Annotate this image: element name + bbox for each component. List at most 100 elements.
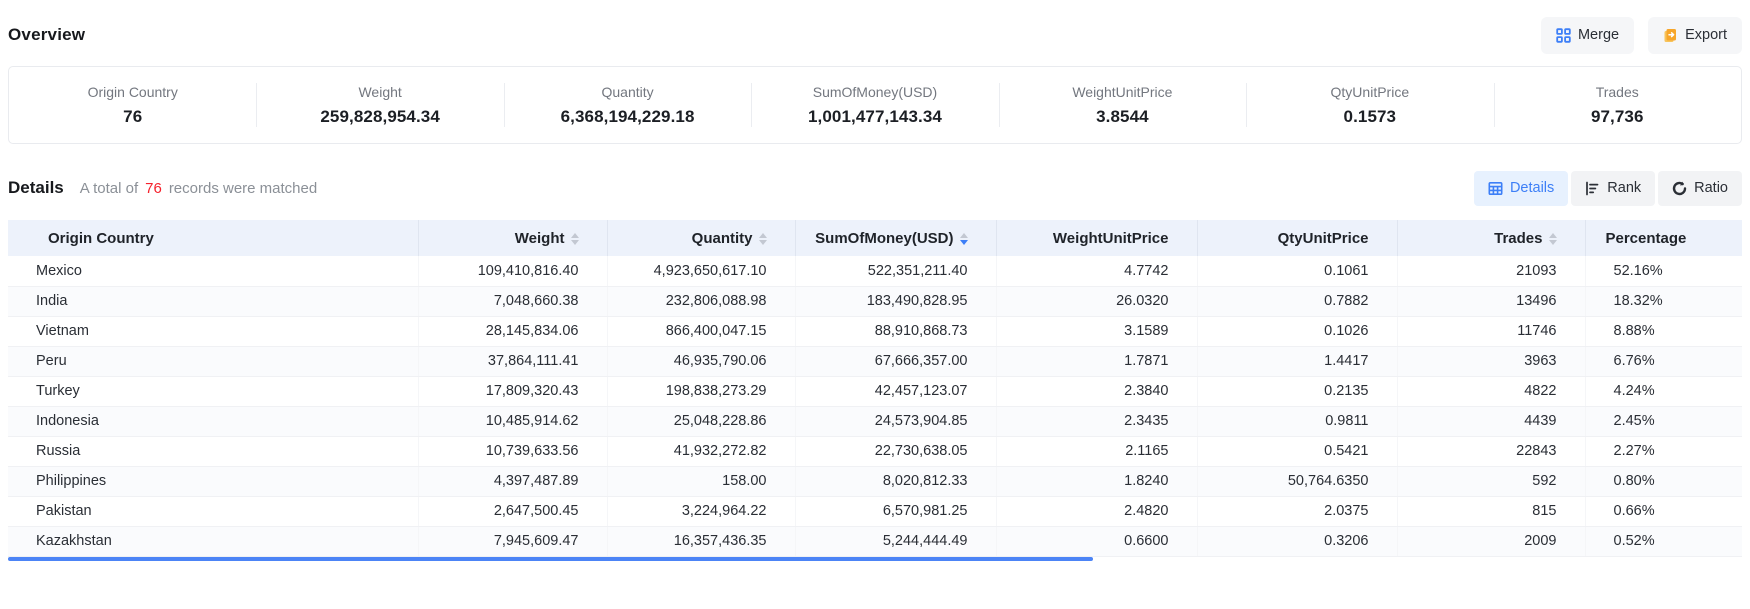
cell-percentage: 2.27% bbox=[1585, 436, 1742, 466]
horizontal-scrollbar-thumb[interactable] bbox=[8, 557, 1093, 561]
details-title: Details bbox=[8, 178, 64, 198]
sort-desc-caret-icon bbox=[960, 240, 968, 245]
cell-weight: 7,048,660.38 bbox=[418, 286, 607, 316]
column-header-weightunitprice: WeightUnitPrice bbox=[996, 220, 1197, 256]
topbar-actions: Merge Export bbox=[1541, 17, 1742, 54]
table-row-indonesia: Indonesia10,485,914.6225,048,228.8624,57… bbox=[8, 406, 1742, 436]
table-icon bbox=[1488, 181, 1503, 196]
cell-origin-country: India bbox=[8, 286, 418, 316]
sort-desc-caret-icon bbox=[571, 240, 579, 245]
cell-sumofmoney-usd: 522,351,211.40 bbox=[795, 256, 996, 286]
cell-weight: 28,145,834.06 bbox=[418, 316, 607, 346]
ratio-icon bbox=[1672, 181, 1687, 196]
column-label: Percentage bbox=[1606, 230, 1687, 247]
sort-carets-icon bbox=[1549, 233, 1557, 245]
table-row-mexico: Mexico109,410,816.404,923,650,617.10522,… bbox=[8, 256, 1742, 286]
cell-trades: 4439 bbox=[1397, 406, 1585, 436]
sort-carets-icon bbox=[759, 233, 767, 245]
sort-asc-caret-icon bbox=[960, 233, 968, 238]
cell-weightunitprice: 2.3435 bbox=[996, 406, 1197, 436]
cell-qtyunitprice: 1.4417 bbox=[1197, 346, 1397, 376]
cell-trades: 3963 bbox=[1397, 346, 1585, 376]
cell-weight: 109,410,816.40 bbox=[418, 256, 607, 286]
cell-sumofmoney-usd: 67,666,357.00 bbox=[795, 346, 996, 376]
export-button[interactable]: Export bbox=[1648, 17, 1742, 54]
details-header: Details A total of76records were matched bbox=[8, 178, 317, 198]
column-label: Trades bbox=[1494, 230, 1542, 247]
tab-label: Rank bbox=[1607, 180, 1641, 196]
cell-percentage: 0.80% bbox=[1585, 466, 1742, 496]
cell-weight: 10,739,633.56 bbox=[418, 436, 607, 466]
cell-qtyunitprice: 0.5421 bbox=[1197, 436, 1397, 466]
column-label: Quantity bbox=[692, 230, 753, 247]
cell-percentage: 2.45% bbox=[1585, 406, 1742, 436]
cell-sumofmoney-usd: 5,244,444.49 bbox=[795, 526, 996, 556]
cell-quantity: 866,400,047.15 bbox=[607, 316, 795, 346]
cell-percentage: 0.52% bbox=[1585, 526, 1742, 556]
cell-trades: 13496 bbox=[1397, 286, 1585, 316]
column-label: WeightUnitPrice bbox=[1053, 230, 1169, 247]
cell-quantity: 46,935,790.06 bbox=[607, 346, 795, 376]
cell-origin-country: Indonesia bbox=[8, 406, 418, 436]
cell-quantity: 232,806,088.98 bbox=[607, 286, 795, 316]
column-label: Origin Country bbox=[48, 230, 154, 247]
stat-label: Weight bbox=[358, 84, 401, 100]
table-row-philippines: Philippines4,397,487.89158.008,020,812.3… bbox=[8, 466, 1742, 496]
records-count: 76 bbox=[145, 180, 162, 197]
sort-carets-icon bbox=[571, 233, 579, 245]
cell-quantity: 198,838,273.29 bbox=[607, 376, 795, 406]
cell-trades: 22843 bbox=[1397, 436, 1585, 466]
cell-sumofmoney-usd: 42,457,123.07 bbox=[795, 376, 996, 406]
view-tab-group: Details Rank Ratio bbox=[1474, 171, 1742, 206]
column-label: QtyUnitPrice bbox=[1278, 230, 1369, 247]
tab-label: Ratio bbox=[1694, 180, 1728, 196]
cell-weightunitprice: 26.0320 bbox=[996, 286, 1197, 316]
stat-origin-country: Origin Country76 bbox=[9, 67, 256, 143]
cell-origin-country: Peru bbox=[8, 346, 418, 376]
cell-trades: 4822 bbox=[1397, 376, 1585, 406]
cell-qtyunitprice: 50,764.6350 bbox=[1197, 466, 1397, 496]
page: Overview Merge bbox=[0, 0, 1750, 569]
topbar: Overview Merge bbox=[8, 16, 1742, 54]
cell-weightunitprice: 2.3840 bbox=[996, 376, 1197, 406]
tab-details[interactable]: Details bbox=[1474, 171, 1568, 206]
merge-button[interactable]: Merge bbox=[1541, 17, 1634, 54]
tab-rank[interactable]: Rank bbox=[1571, 171, 1655, 206]
sort-asc-caret-icon bbox=[1549, 233, 1557, 238]
stat-label: Trades bbox=[1596, 84, 1639, 100]
cell-weightunitprice: 1.8240 bbox=[996, 466, 1197, 496]
rank-icon bbox=[1585, 181, 1600, 196]
stat-label: Origin Country bbox=[88, 84, 178, 100]
column-header-trades[interactable]: Trades bbox=[1397, 220, 1585, 256]
column-header-weight[interactable]: Weight bbox=[418, 220, 607, 256]
column-header-sumofmoney-usd[interactable]: SumOfMoney(USD) bbox=[795, 220, 996, 256]
cell-sumofmoney-usd: 24,573,904.85 bbox=[795, 406, 996, 436]
tab-ratio[interactable]: Ratio bbox=[1658, 171, 1742, 206]
cell-qtyunitprice: 0.1026 bbox=[1197, 316, 1397, 346]
stat-value: 1,001,477,143.34 bbox=[808, 107, 942, 127]
tab-label: Details bbox=[1510, 180, 1554, 196]
cell-weight: 2,647,500.45 bbox=[418, 496, 607, 526]
column-header-origin-country: Origin Country bbox=[8, 220, 418, 256]
cell-sumofmoney-usd: 183,490,828.95 bbox=[795, 286, 996, 316]
cell-weight: 7,945,609.47 bbox=[418, 526, 607, 556]
cell-origin-country: Pakistan bbox=[8, 496, 418, 526]
cell-percentage: 52.16% bbox=[1585, 256, 1742, 286]
column-header-quantity[interactable]: Quantity bbox=[607, 220, 795, 256]
export-button-label: Export bbox=[1685, 27, 1727, 43]
column-header-qtyunitprice: QtyUnitPrice bbox=[1197, 220, 1397, 256]
cell-qtyunitprice: 0.7882 bbox=[1197, 286, 1397, 316]
cell-weightunitprice: 3.1589 bbox=[996, 316, 1197, 346]
merge-button-label: Merge bbox=[1578, 27, 1619, 43]
table-row-russia: Russia10,739,633.5641,932,272.8222,730,6… bbox=[8, 436, 1742, 466]
stat-quantity: Quantity6,368,194,229.18 bbox=[504, 67, 751, 143]
cell-quantity: 158.00 bbox=[607, 466, 795, 496]
stat-label: SumOfMoney(USD) bbox=[813, 84, 937, 100]
table-row-india: India7,048,660.38232,806,088.98183,490,8… bbox=[8, 286, 1742, 316]
table-row-vietnam: Vietnam28,145,834.06866,400,047.1588,910… bbox=[8, 316, 1742, 346]
cell-origin-country: Philippines bbox=[8, 466, 418, 496]
table-row-kazakhstan: Kazakhstan7,945,609.4716,357,436.355,244… bbox=[8, 526, 1742, 556]
column-header-percentage: Percentage bbox=[1585, 220, 1742, 256]
stat-value: 259,828,954.34 bbox=[320, 107, 440, 127]
cell-percentage: 8.88% bbox=[1585, 316, 1742, 346]
